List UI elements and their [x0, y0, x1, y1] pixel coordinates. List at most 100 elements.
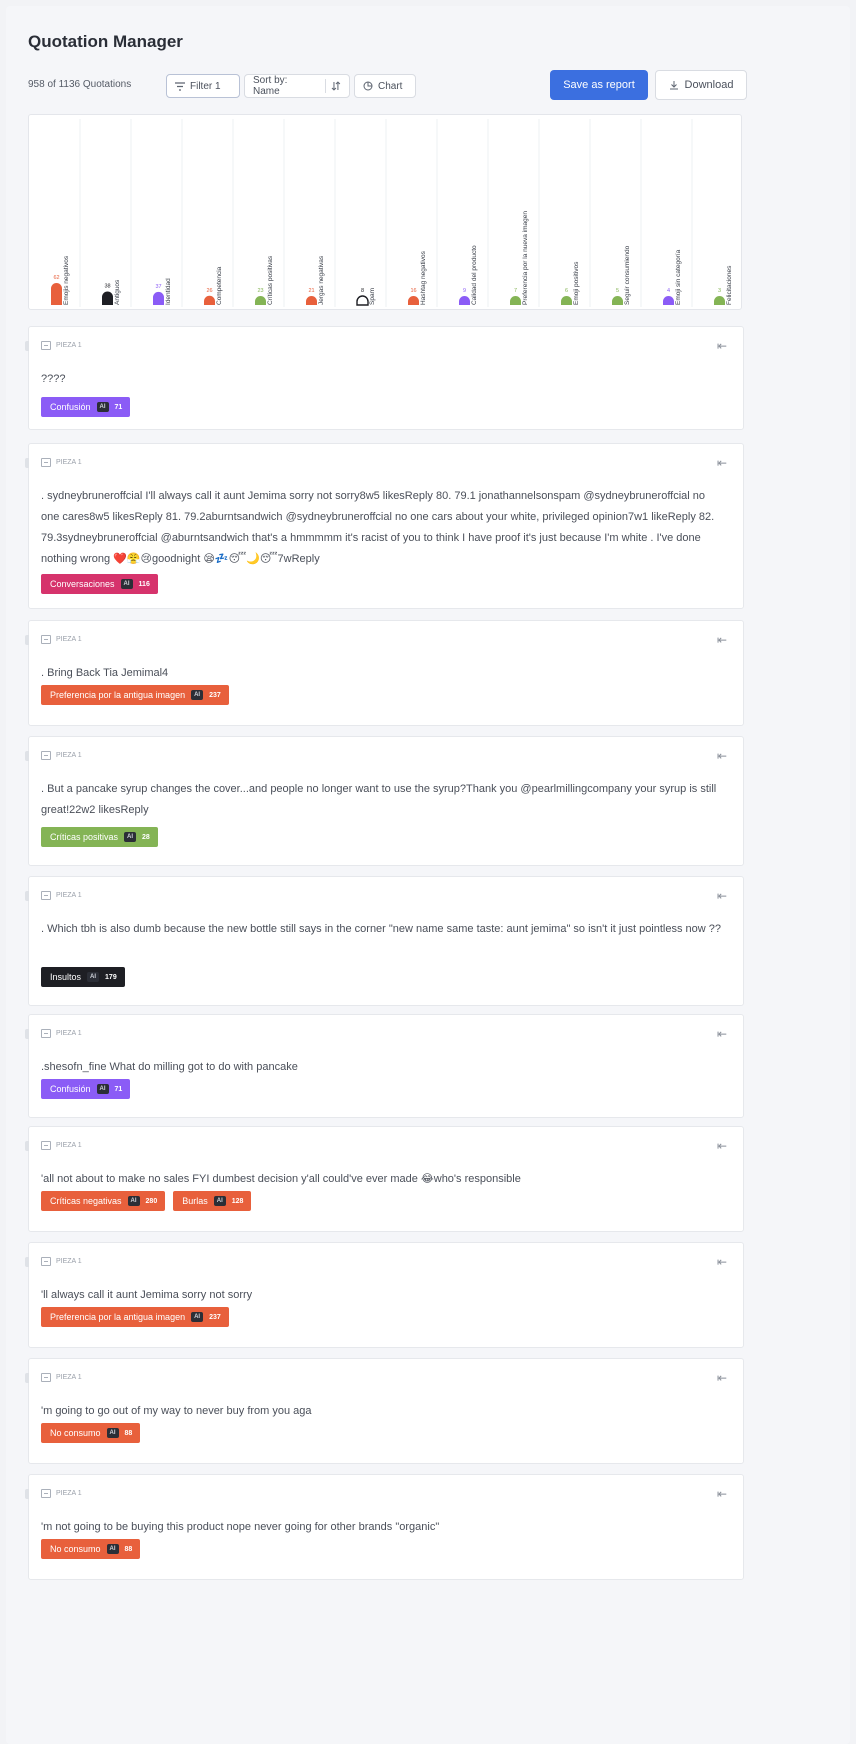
code-tags: Confusión AI 71 [41, 397, 131, 417]
code-tag-count: 71 [114, 403, 123, 411]
code-tag-label: Críticas positivas [50, 832, 119, 842]
quotation-source-label: PIEZA 1 [56, 892, 82, 899]
ai-badge: AI [96, 1084, 109, 1094]
collapse-icon[interactable]: ⇤ [717, 1027, 727, 1041]
document-icon [41, 891, 51, 900]
quotation-source-label: PIEZA 1 [56, 1490, 82, 1497]
card-edge-marker [25, 891, 29, 901]
chart-category-label: Seguir consumiendo [624, 245, 631, 305]
code-tag[interactable]: Preferencia por la antigua imagen AI 237 [41, 685, 229, 705]
quotation-card[interactable]: PIEZA 1 ⇤ . But a pancake syrup changes th… [25, 736, 744, 866]
code-tag[interactable]: Conversaciones AI 116 [41, 574, 158, 594]
document-icon [41, 458, 51, 467]
quotation-source-label: PIEZA 1 [56, 459, 82, 466]
chart-bar [561, 296, 572, 305]
code-tag-count: 116 [138, 580, 150, 588]
code-tag-count: 88 [124, 1545, 133, 1553]
collapse-icon[interactable]: ⇤ [717, 1255, 727, 1269]
chart-bar [663, 296, 674, 305]
chart-value-label: 9 [463, 288, 466, 294]
chart-value-label: 8 [361, 288, 364, 294]
filter-button-label: Filter 1 [190, 80, 221, 92]
sort-button[interactable]: Sort by: Name [244, 74, 350, 98]
chart-bar [204, 295, 215, 305]
chart-category-label: Jergas negativas [318, 255, 325, 305]
chart-category-label: Calidad del producto [471, 245, 478, 305]
quotation-text: . Bring Back Tia Jemimal4 [41, 667, 169, 679]
toolbar: 958 of 1136 Quotations Filter 1 Sort by:… [28, 70, 832, 100]
quotation-card[interactable]: PIEZA 1 ⇤ 'll always call it aunt Jemima s… [25, 1242, 744, 1348]
chart-category-label: Spam [369, 288, 376, 305]
document-icon [41, 635, 51, 644]
code-tag[interactable]: Críticas negativas AI 280 [41, 1191, 166, 1211]
ai-badge: AI [120, 579, 133, 589]
quotation-card[interactable]: PIEZA 1 ⇤ . sydneybruneroffcial I'll alway… [25, 443, 744, 609]
collapse-icon[interactable]: ⇤ [717, 456, 727, 470]
ai-badge: AI [127, 1196, 140, 1206]
quotation-source: PIEZA 1 [41, 1029, 82, 1038]
save-as-report-button[interactable]: Save as report [550, 70, 648, 100]
code-tag[interactable]: Confusión AI 71 [41, 1079, 131, 1099]
collapse-icon[interactable]: ⇤ [717, 1371, 727, 1385]
collapse-icon[interactable]: ⇤ [717, 633, 727, 647]
chart-category-label: Preferencia por la nueva imagen [522, 211, 529, 305]
quotation-card[interactable]: PIEZA 1 ⇤???? Confusión AI 71 [25, 326, 744, 430]
filter-icon [175, 81, 185, 91]
collapse-icon[interactable]: ⇤ [717, 889, 727, 903]
document-icon [41, 1257, 51, 1266]
chart-category-label: Emoji positivos [573, 261, 580, 305]
chart-bar [612, 296, 623, 305]
code-tag-label: Insultos [50, 972, 82, 982]
collapse-icon[interactable]: ⇤ [717, 1139, 727, 1153]
collapse-icon[interactable]: ⇤ [717, 749, 727, 763]
code-tag-label: Conversaciones [50, 579, 115, 589]
card-edge-marker [25, 341, 29, 351]
download-button[interactable]: Download [655, 70, 747, 100]
collapse-icon[interactable]: ⇤ [717, 339, 727, 353]
chart-value-label: 23 [257, 288, 263, 294]
code-tag[interactable]: Insultos AI 179 [41, 967, 125, 987]
quotation-text: 'll always call it aunt Jemima sorry not… [41, 1289, 253, 1301]
card-edge-marker [25, 1489, 29, 1499]
chart-value-label: 38 [104, 284, 110, 290]
chart-bar [51, 283, 62, 305]
quotation-text: . Which tbh is also dumb because the new… [41, 923, 722, 935]
chart-bar [255, 296, 266, 305]
code-tag-count: 237 [209, 1313, 221, 1321]
code-tag[interactable]: Críticas positivas AI 28 [41, 827, 158, 847]
chart-bar [510, 296, 521, 305]
quotation-source: PIEZA 1 [41, 341, 82, 350]
quotation-source-label: PIEZA 1 [56, 752, 82, 759]
code-tag[interactable]: No consumo AI 88 [41, 1539, 141, 1559]
quotation-source-label: PIEZA 1 [56, 1030, 82, 1037]
quotation-card[interactable]: PIEZA 1 ⇤ 'all not about to make no sales … [25, 1126, 744, 1232]
code-tag[interactable]: Confusión AI 71 [41, 397, 131, 417]
code-tag-count: 128 [231, 1197, 244, 1205]
chart-icon [363, 81, 373, 91]
quotation-text: 'm going to go out of my way to never bu… [41, 1405, 312, 1417]
chart-toggle-button[interactable]: Chart [354, 74, 416, 98]
document-icon [41, 1029, 51, 1038]
chart-bar [102, 291, 113, 305]
quotation-card[interactable]: PIEZA 1 ⇤ . Which tbh is also dumb because… [25, 876, 744, 1006]
sort-arrows-icon[interactable] [331, 81, 341, 91]
code-tags: Críticas positivas AI 28 [41, 827, 158, 847]
quotation-card[interactable]: PIEZA 1 ⇤ .shesofn_fine What do milling go… [25, 1014, 744, 1118]
quotation-card[interactable]: PIEZA 1 ⇤ . Bring Back Tia Jemimal4 Prefere… [25, 620, 744, 726]
quotation-text: ???? [41, 373, 66, 385]
code-tag[interactable]: No consumo AI 88 [41, 1423, 141, 1443]
collapse-icon[interactable]: ⇤ [717, 1487, 727, 1501]
page-title: Quotation Manager [28, 32, 183, 51]
document-icon [41, 341, 51, 350]
chart-category-label: Hashtag negativos [420, 250, 427, 305]
chart-category-label: Identidad [165, 278, 172, 305]
quotation-card[interactable]: PIEZA 1 ⇤ 'm going to go out of my way to … [25, 1358, 744, 1464]
code-tag[interactable]: Preferencia por la antigua imagen AI 237 [41, 1307, 229, 1327]
code-tag[interactable]: Burlas AI 128 [173, 1191, 252, 1211]
code-tag-label: No consumo [50, 1428, 101, 1438]
chart-value-label: 7 [514, 288, 517, 294]
chart-category-label: Competencia [216, 266, 223, 305]
quotation-card[interactable]: PIEZA 1 ⇤ 'm not going to be buying this p… [25, 1474, 744, 1580]
code-tag-label: Preferencia por la antigua imagen [50, 1312, 186, 1322]
filter-button[interactable]: Filter 1 [166, 74, 240, 98]
